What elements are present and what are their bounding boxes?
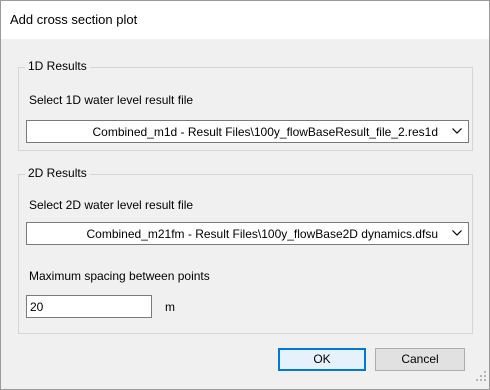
dialog-title: Add cross section plot (10, 12, 138, 27)
group-1d-results-label: 1D Results (25, 59, 90, 73)
ok-button[interactable]: OK (278, 348, 366, 371)
cancel-button[interactable]: Cancel (375, 348, 465, 371)
group-2d-results-label: 2D Results (25, 166, 90, 180)
title-bar[interactable]: Add cross section plot (1, 1, 489, 39)
chevron-down-icon[interactable] (446, 121, 468, 142)
result-file-1d-value: Combined_m1d - Result Files\100y_flowBas… (92, 125, 438, 139)
result-file-2d-value: Combined_m21fm - Result Files\100y_flowB… (86, 227, 439, 241)
add-cross-section-dialog: Add cross section plot 1D Results Select… (0, 0, 490, 390)
max-spacing-value: 20 (30, 300, 44, 314)
select-2d-label: Select 2D water level result file (29, 198, 194, 212)
chevron-down-icon[interactable] (446, 223, 468, 244)
result-file-1d-dropdown[interactable]: Combined_m1d - Result Files\100y_flowBas… (26, 120, 469, 143)
max-spacing-input[interactable]: 20 (26, 295, 152, 318)
select-1d-label: Select 1D water level result file (29, 93, 194, 107)
max-spacing-unit: m (165, 300, 175, 314)
max-spacing-label: Maximum spacing between points (29, 269, 210, 283)
result-file-2d-dropdown[interactable]: Combined_m21fm - Result Files\100y_flowB… (26, 222, 469, 245)
resize-grip-icon[interactable] (476, 369, 487, 387)
